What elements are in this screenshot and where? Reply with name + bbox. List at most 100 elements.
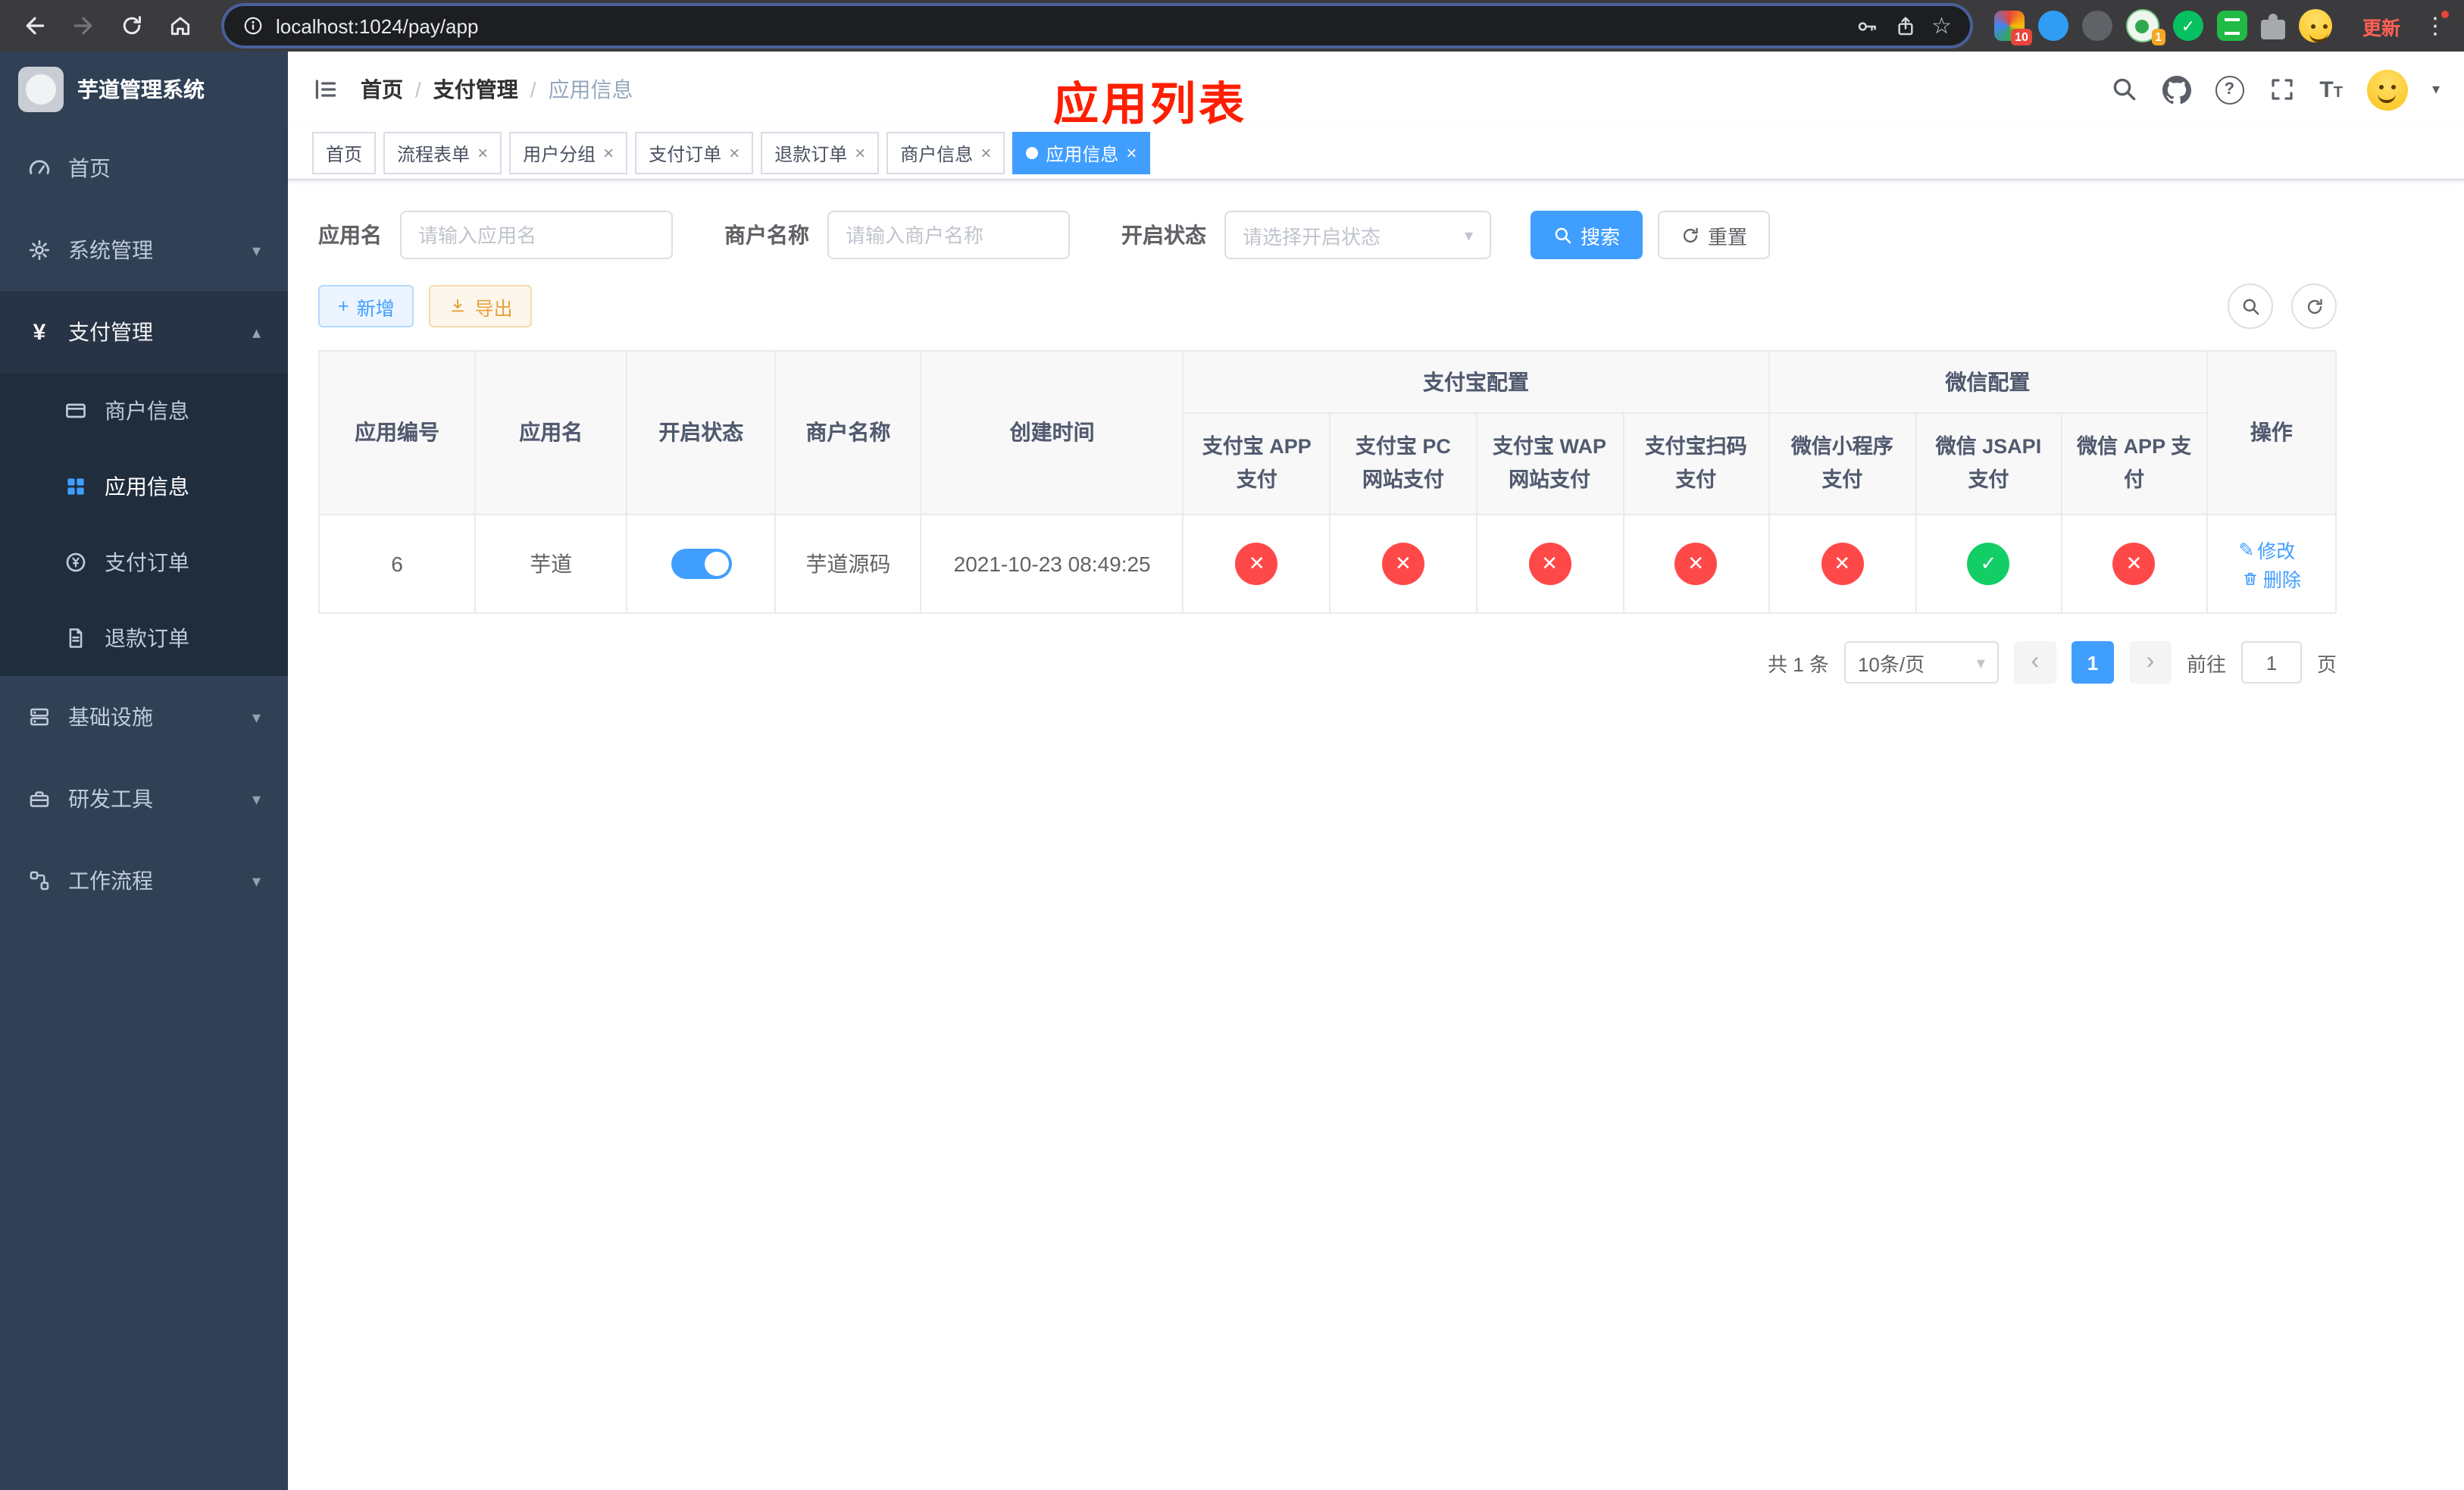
col-wx-app: 微信 APP 支付	[2060, 412, 2208, 515]
delete-link[interactable]: 删除	[2242, 564, 2301, 593]
font-small-glyph: T	[2333, 84, 2343, 101]
extension-strip: 10 1 ✓	[1993, 9, 2332, 45]
group-wechat-config: 微信配置	[1768, 350, 2208, 414]
refresh-table-button[interactable]	[2291, 283, 2337, 329]
prev-page-button[interactable]: ‹	[2013, 641, 2056, 684]
fullscreen-icon[interactable]	[2268, 76, 2295, 103]
close-icon[interactable]: ×	[603, 142, 614, 164]
browser-forward-button[interactable]	[64, 6, 103, 45]
sidebar-item-merchant-info[interactable]: 商户信息	[0, 373, 288, 449]
close-icon[interactable]: ×	[477, 142, 488, 164]
font-size-icon[interactable]: TT	[2319, 77, 2343, 102]
profile-avatar[interactable]	[2298, 9, 2332, 42]
tag-refund-order[interactable]: 退款订单 ×	[761, 132, 880, 174]
sidebar-item-payment[interactable]: ¥ 支付管理 ▴	[0, 291, 288, 373]
extension-note-icon[interactable]	[2216, 11, 2247, 41]
sidebar-fold-icon[interactable]	[312, 76, 339, 103]
browser-home-button[interactable]	[161, 6, 200, 45]
github-icon[interactable]	[2162, 75, 2190, 104]
app-name-label: 应用名	[318, 223, 382, 247]
sidebar-item-dev-tools[interactable]: 研发工具 ▾	[0, 758, 288, 840]
goto-unit-label: 页	[2316, 653, 2337, 675]
tag-merchant-info[interactable]: 商户信息 ×	[886, 132, 1005, 174]
extensions-puzzle-icon[interactable]	[2260, 13, 2285, 39]
order-icon	[64, 550, 88, 574]
check-glyph: ✓	[2181, 17, 2196, 36]
col-alipay-pc: 支付宝 PC 网站支付	[1329, 412, 1477, 515]
sidebar-item-home[interactable]: 首页	[0, 127, 288, 209]
extension-check-icon[interactable]: ✓	[2172, 11, 2203, 41]
address-bar[interactable]: localhost:1024/pay/app ☆	[224, 6, 1970, 45]
sidebar-logo[interactable]: 芋道管理系统	[0, 52, 288, 127]
status-cross-icon: ✕	[1821, 543, 1864, 585]
merchant-name-input[interactable]	[827, 211, 1070, 259]
sidebar-item-refund-order[interactable]: 退款订单	[0, 600, 288, 676]
avatar-caret-icon[interactable]: ▾	[2432, 81, 2440, 98]
tag-pay-order[interactable]: 支付订单 ×	[635, 132, 754, 174]
export-button-label: 导出	[474, 298, 513, 319]
extension-green-avatar-icon[interactable]: 1	[2125, 9, 2165, 45]
tag-label: 支付订单	[649, 143, 722, 164]
tag-label: 商户信息	[900, 143, 974, 164]
tag-app-info[interactable]: 应用信息 ×	[1012, 132, 1151, 174]
browser-back-button[interactable]	[15, 6, 55, 45]
page-size-select[interactable]: 10条/页 ▾	[1843, 641, 1999, 684]
browser-update-button[interactable]: 更新	[2350, 5, 2412, 46]
next-page-button[interactable]: ›	[2128, 641, 2172, 684]
app-name-input[interactable]	[400, 211, 673, 259]
app-header: 首页 / 支付管理 / 应用信息 ? TT ▾	[288, 52, 2464, 127]
sidebar-item-infrastructure[interactable]: 基础设施 ▾	[0, 676, 288, 758]
sidebar-item-workflow[interactable]: 工作流程 ▾	[0, 840, 288, 922]
status-toggle[interactable]	[671, 549, 732, 579]
breadcrumb-section[interactable]: 支付管理	[433, 74, 518, 105]
close-icon[interactable]: ×	[1126, 142, 1137, 164]
extension-dark-icon[interactable]	[2081, 11, 2112, 41]
cell-alipay-app: ✕	[1182, 514, 1331, 614]
close-icon[interactable]: ×	[855, 142, 865, 164]
bookmark-star-icon[interactable]: ☆	[1931, 14, 1952, 37]
search-button-label: 搜索	[1581, 225, 1621, 248]
tag-label: 用户分组	[523, 143, 596, 164]
tag-flow-form[interactable]: 流程表单 ×	[383, 132, 502, 174]
goto-page-input[interactable]	[2240, 641, 2302, 684]
search-button[interactable]: 搜索	[1531, 211, 1643, 259]
cell-actions: ✎ 修改 删除	[2206, 514, 2337, 614]
breadcrumb-home[interactable]: 首页	[361, 74, 403, 105]
group-alipay-config: 支付宝配置	[1182, 350, 1770, 414]
edit-link[interactable]: ✎ 修改	[2238, 535, 2295, 564]
sidebar-item-label: 支付订单	[105, 550, 189, 574]
pagination: 共 1 条 10条/页 ▾ ‹ 1 › 前往 页	[318, 641, 2337, 684]
workflow-icon	[27, 869, 52, 893]
site-info-icon[interactable]	[242, 15, 264, 36]
edit-icon: ✎	[2238, 540, 2255, 561]
tag-user-group[interactable]: 用户分组 ×	[509, 132, 628, 174]
add-button[interactable]: + 新增	[318, 285, 414, 327]
page-number-1[interactable]: 1	[2071, 641, 2114, 684]
reset-button[interactable]: 重置	[1658, 211, 1771, 259]
share-icon[interactable]	[1893, 14, 1916, 37]
browser-menu-icon[interactable]: ⋮	[2422, 11, 2449, 39]
extension-blue-icon[interactable]	[2037, 11, 2068, 41]
sidebar-item-pay-order[interactable]: 支付订单	[0, 524, 288, 600]
download-icon	[449, 297, 467, 315]
chevron-down-icon: ▾	[252, 242, 261, 260]
close-icon[interactable]: ×	[980, 142, 991, 164]
toggle-search-button[interactable]	[2228, 283, 2273, 329]
help-icon[interactable]: ?	[2215, 75, 2244, 104]
sidebar-item-app-info[interactable]: 应用信息	[0, 449, 288, 524]
url-text[interactable]: localhost:1024/pay/app	[276, 14, 1843, 37]
export-button[interactable]: 导出	[429, 285, 533, 327]
tag-home[interactable]: 首页	[312, 132, 377, 174]
browser-reload-button[interactable]	[112, 6, 152, 45]
sidebar-item-label: 应用信息	[105, 474, 189, 499]
password-key-icon[interactable]	[1856, 14, 1878, 37]
close-icon[interactable]: ×	[729, 142, 740, 164]
user-avatar[interactable]	[2366, 69, 2408, 110]
header-search-icon[interactable]	[2110, 76, 2137, 103]
sidebar-item-system[interactable]: 系统管理 ▾	[0, 209, 288, 291]
status-label: 开启状态	[1121, 223, 1206, 247]
status-select[interactable]: 请选择开启状态 ▾	[1224, 211, 1491, 259]
search-icon	[2240, 296, 2260, 316]
extension-colorful-icon[interactable]: 10	[1993, 11, 2032, 45]
page-annotation-title: 应用列表	[1053, 80, 1247, 130]
